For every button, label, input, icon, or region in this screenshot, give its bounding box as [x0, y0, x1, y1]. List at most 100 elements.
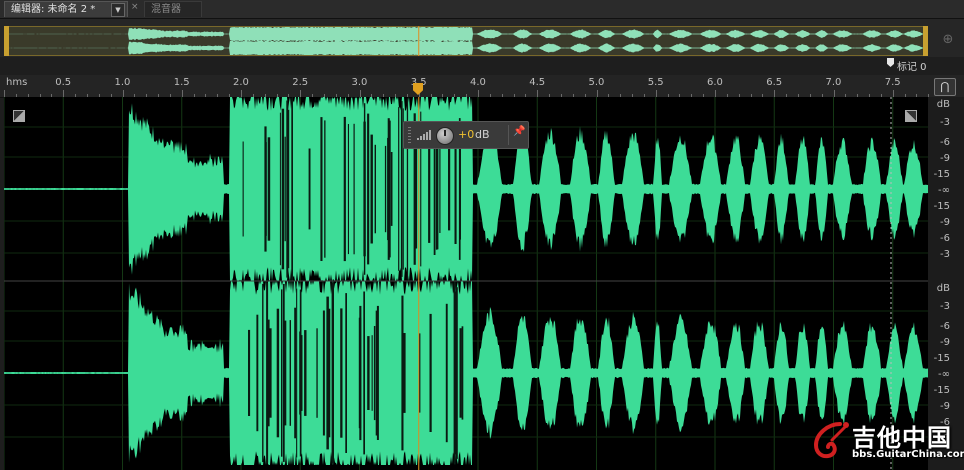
- waveform-streak: [445, 303, 448, 443]
- ruler-tick: [181, 90, 183, 97]
- ruler-label: 7.0: [825, 77, 842, 88]
- ruler-label: 2.0: [233, 77, 249, 88]
- waveform-streak: [448, 147, 451, 231]
- pin-icon[interactable]: 📌: [513, 126, 525, 137]
- db-label: -6: [940, 137, 950, 148]
- ruler-tick: [774, 90, 776, 97]
- ruler-label: 2.5: [292, 77, 309, 88]
- waveform-display: [4, 97, 928, 470]
- watermark-url: bbs.GuitarChina.com: [852, 449, 964, 460]
- ruler-tick: [63, 90, 65, 97]
- waveform-streak: [459, 328, 462, 418]
- db-label: -15: [933, 353, 950, 364]
- waveform-streak: [326, 296, 329, 450]
- ruler-tick: [655, 90, 657, 97]
- waveform-streak: [291, 97, 293, 281]
- magnet-icon[interactable]: ⋂: [934, 78, 956, 96]
- waveform-streak: [324, 120, 326, 258]
- waveform-streak: [256, 314, 259, 432]
- waveform-editor[interactable]: [4, 97, 928, 470]
- watermark-title: 吉他中国: [852, 424, 952, 452]
- waveform-streak: [370, 134, 373, 244]
- db-label: -9: [940, 401, 950, 412]
- waveform-streak: [287, 109, 290, 269]
- waveform-streak: [269, 328, 272, 418]
- db-label: -9: [940, 217, 950, 228]
- ruler-tick: [715, 90, 716, 97]
- fade-in-handle[interactable]: [13, 110, 25, 122]
- waveform-streak: [401, 295, 404, 451]
- overview-waveform: [4, 26, 928, 56]
- waveform-streak: [340, 308, 343, 438]
- panel-tab-bar: 编辑器: 未命名 2 * ▼ × 混音器: [0, 0, 964, 19]
- waveform-streak: [304, 330, 307, 416]
- volume-knob[interactable]: [436, 127, 454, 145]
- db-label: -6: [940, 321, 950, 332]
- ruler-label: 1.0: [114, 77, 131, 88]
- tab-mixer[interactable]: 混音器: [144, 1, 202, 17]
- guitar-logo-icon: [813, 422, 849, 459]
- waveform-streak: [388, 120, 391, 258]
- waveform-streak: [454, 134, 457, 244]
- waveform-streak: [461, 326, 464, 420]
- waveform-streak: [439, 145, 441, 233]
- ruler-tick: [478, 90, 479, 97]
- ruler-tick: [241, 90, 242, 97]
- volume-hud: +0 dB 📌: [403, 121, 529, 149]
- waveform-streak: [289, 320, 291, 426]
- waveform-streak: [331, 282, 334, 464]
- overview-navigator[interactable]: ⊕: [0, 19, 964, 57]
- waveform-streak: [264, 126, 267, 252]
- db-label: dB: [936, 99, 950, 110]
- waveform-streak: [455, 287, 458, 459]
- zoom-icon[interactable]: ⊕: [940, 32, 956, 48]
- waveform-streak: [294, 307, 296, 439]
- overview-handle[interactable]: [923, 26, 928, 56]
- ruler-label: 5.0: [588, 77, 605, 88]
- waveform-streak: [428, 135, 431, 243]
- waveform-streak: [284, 136, 286, 242]
- ruler-tick: [596, 90, 598, 97]
- waveform-streak: [347, 124, 349, 255]
- amplitude-ruler: dB -3 -6 -9 -15 -∞ -15 -9 -6 -3 dB -3 -6 -9 -15 -∞ -15 -9…: [928, 97, 964, 470]
- overview-handle[interactable]: [4, 26, 9, 56]
- waveform-streak: [320, 117, 323, 261]
- waveform-streak: [276, 308, 280, 438]
- chevron-down-icon[interactable]: ▼: [111, 3, 125, 17]
- db-label: -9: [940, 337, 950, 348]
- volume-value[interactable]: +0: [458, 127, 474, 143]
- waveform-streak: [248, 329, 251, 416]
- close-icon[interactable]: ×: [131, 2, 139, 12]
- marker-label[interactable]: 标记 0: [897, 58, 927, 73]
- fade-out-handle[interactable]: [905, 110, 917, 122]
- ruler-tick: [892, 90, 894, 97]
- waveform-streak: [384, 145, 387, 233]
- waveform-streak: [266, 283, 269, 463]
- tab-editor-label: 编辑器: 未命名 2 *: [11, 4, 96, 15]
- db-label: -3: [940, 249, 950, 260]
- waveform-streak: [353, 123, 355, 255]
- waveform-streak: [301, 335, 303, 411]
- waveform-streak: [343, 116, 346, 262]
- waveform-streak: [403, 333, 406, 413]
- waveform-streak: [371, 335, 373, 411]
- db-label: -9: [940, 153, 950, 164]
- time-ruler[interactable]: hms 0.5 1.0 1.5 2.0 2.5 3.0 3.5 4.0 4.5 5.0 5.5 6.0…: [0, 75, 964, 98]
- ruler-tick: [122, 90, 124, 97]
- ruler-label: 5.5: [647, 77, 664, 88]
- db-label: -15: [933, 385, 950, 396]
- waveform-streak: [262, 283, 264, 463]
- grip-handle[interactable]: [408, 127, 411, 143]
- tab-editor[interactable]: 编辑器: 未命名 2 * ▼: [4, 1, 128, 17]
- db-label: -3: [940, 117, 950, 128]
- ruler-label: 3.0: [351, 77, 368, 88]
- db-label: -∞: [938, 369, 950, 380]
- ruler-label: 4.0: [470, 77, 486, 88]
- tab-mixer-label: 混音器: [151, 4, 181, 15]
- waveform-streak: [376, 305, 379, 440]
- ruler-tick: [833, 90, 835, 97]
- ruler-unit-label: hms: [6, 77, 28, 88]
- waveform-streak: [267, 137, 271, 241]
- waveform-streak: [373, 326, 376, 421]
- waveform-streak: [374, 144, 376, 234]
